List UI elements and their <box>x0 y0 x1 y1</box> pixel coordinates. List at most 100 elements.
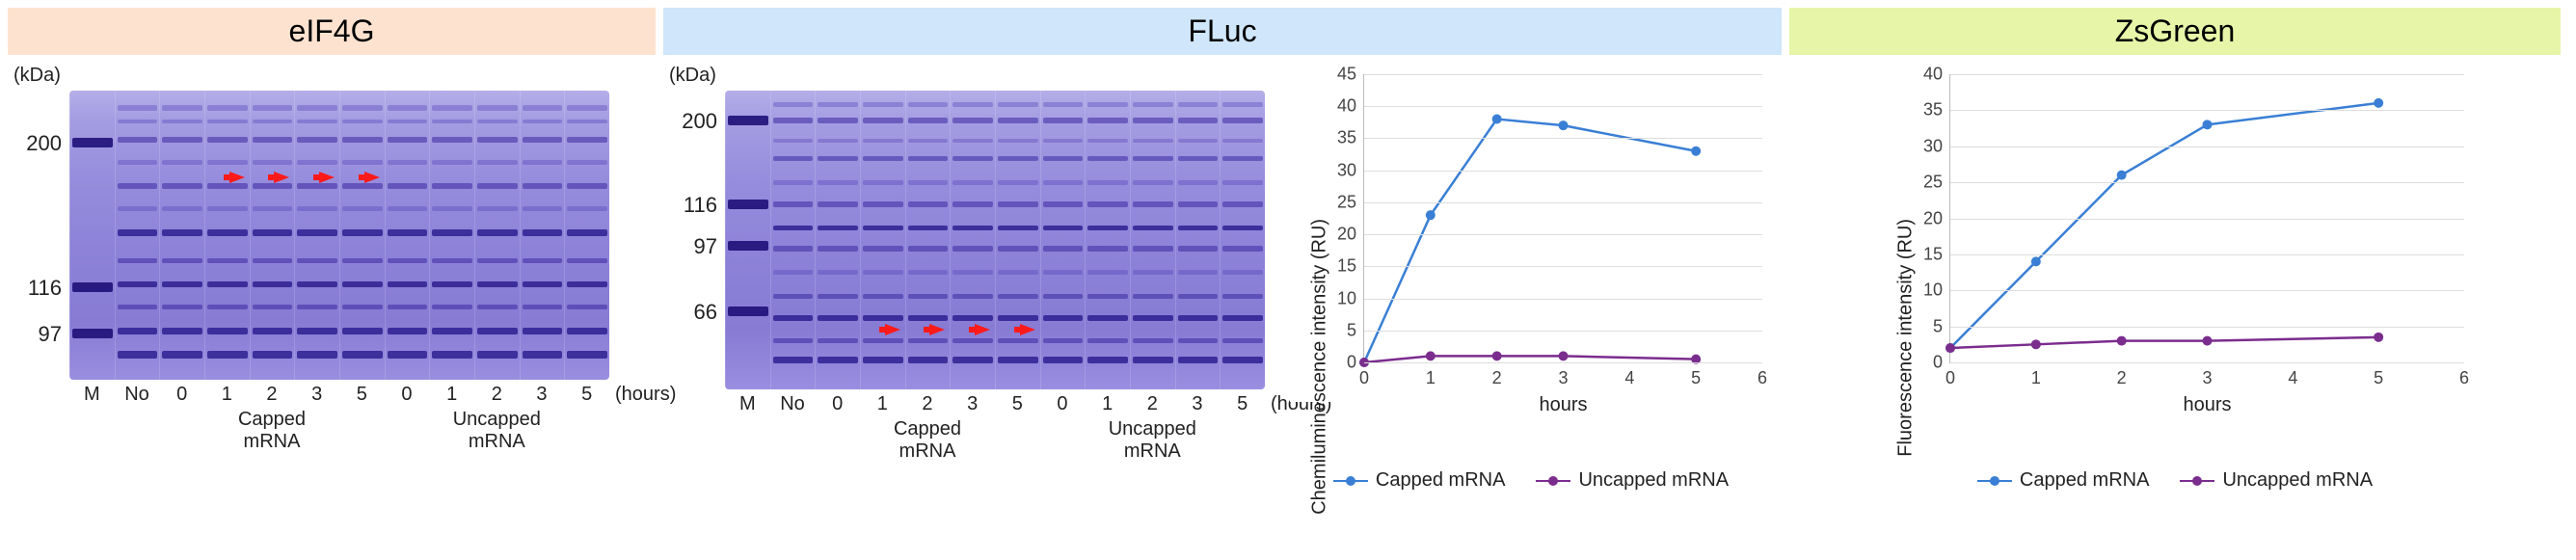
gel-lane <box>339 91 385 380</box>
y-tick-label: 40 <box>1337 96 1364 117</box>
panel-fluc: FLuc (kDa) 2001169766 MNo0123501235(hour… <box>663 8 1782 552</box>
gel-wrap-eif4g: (kDa) 20011697 MNo0123501235(hours)Cappe… <box>8 65 609 470</box>
gel-lane <box>520 91 565 380</box>
y-tick-label: 30 <box>1923 136 1950 156</box>
lane-label: M <box>69 384 115 406</box>
chart-series-line <box>1364 356 1696 362</box>
panel-eif4g: eIF4G (kDa) 20011697 MNo0123501235(hours… <box>8 8 656 552</box>
panel-title-eif4g: eIF4G <box>8 8 656 55</box>
lane-label: 2 <box>905 393 951 415</box>
y-tick-label: 40 <box>1923 65 1950 85</box>
legend-label-capped: Capped mRNA <box>1376 469 1506 492</box>
lane-labels-fluc: MNo0123501235(hours)CappedmRNAUncappedmR… <box>725 393 1265 480</box>
mw-marker-label: 66 <box>694 300 717 325</box>
x-tick-label: 4 <box>1624 362 1634 388</box>
chart-data-point <box>1492 115 1502 124</box>
lane-label: 1 <box>204 384 250 406</box>
lane-label: 5 <box>339 384 385 406</box>
gel-image-fluc <box>725 91 1265 389</box>
chart-data-point <box>1426 210 1436 220</box>
gel-image-eif4g <box>69 91 609 380</box>
chart-data-point <box>1492 351 1502 360</box>
gel-lane <box>1175 91 1221 389</box>
x-axis-title: hours <box>1539 394 1587 416</box>
lane-label: 2 <box>1130 393 1175 415</box>
x-tick-label: 1 <box>1426 362 1436 388</box>
y-tick-label: 35 <box>1337 128 1364 148</box>
gel-lane <box>294 91 339 380</box>
chart-fluc: 0510152025303540450123456Chemiluminescen… <box>1290 65 1772 402</box>
gel-wrap-fluc: (kDa) 2001169766 MNo0123501235(hours)Cap… <box>663 65 1265 480</box>
legend-zsgreen: Capped mRNA Uncapped mRNA <box>1876 469 2474 492</box>
x-tick-label: 5 <box>2374 362 2383 388</box>
lane-label: 2 <box>250 384 295 406</box>
arrow-icon <box>929 324 945 335</box>
group-label-capped: CappedmRNA <box>214 409 330 453</box>
chart-data-point <box>1559 120 1569 130</box>
gel-lane <box>1130 91 1175 389</box>
y-tick-label: 5 <box>1347 320 1364 340</box>
gel-lane <box>474 91 520 380</box>
lane-label: No <box>770 393 816 415</box>
y-tick-label: 25 <box>1337 192 1364 212</box>
mw-marker-label: 200 <box>26 131 62 156</box>
lane-label: 5 <box>1220 393 1265 415</box>
x-tick-label: 0 <box>1945 362 1955 388</box>
units-label-fluc: (kDa) <box>669 65 1265 87</box>
gel-lane <box>1040 91 1086 389</box>
gel-lane <box>385 91 430 380</box>
gel-lane <box>815 91 860 389</box>
gel-lane <box>950 91 995 389</box>
chart-series-line <box>1950 337 2378 348</box>
lane-label: 5 <box>995 393 1040 415</box>
y-tick-label: 10 <box>1337 288 1364 308</box>
legend-item-capped: Capped mRNA <box>1333 469 1506 492</box>
chart-data-point <box>2374 98 2383 108</box>
arrow-icon <box>274 172 289 183</box>
gel-lane <box>115 91 160 380</box>
chart-data-point <box>2031 256 2041 266</box>
legend-item-uncapped-zs: Uncapped mRNA <box>2180 469 2373 492</box>
y-tick-label: 10 <box>1923 280 1950 301</box>
y-tick-label: 30 <box>1337 160 1364 180</box>
lane-labels-eif4g: MNo0123501235(hours)CappedmRNAUncappedmR… <box>69 384 609 470</box>
panel-body-zsgreen: 05101520253035400123456Fluorescence inte… <box>1789 55 2561 492</box>
mw-marker-label: 116 <box>684 193 717 218</box>
arrow-icon <box>229 172 245 183</box>
panel-body-fluc: (kDa) 2001169766 MNo0123501235(hours)Cap… <box>663 55 1782 492</box>
x-tick-label: 5 <box>1691 362 1701 388</box>
units-label-eif4g: (kDa) <box>13 65 609 87</box>
x-axis-title: hours <box>2183 394 2231 416</box>
y-tick-label: 25 <box>1923 173 1950 193</box>
chart-data-point <box>2117 336 2127 346</box>
y-axis-title: Fluorescence intensity (RU) <box>1895 219 1918 457</box>
x-tick-label: 1 <box>2031 362 2041 388</box>
lane-label: M <box>725 393 770 415</box>
lane-label: 1 <box>1085 393 1130 415</box>
gel-lane <box>860 91 905 389</box>
lane-label: 3 <box>294 384 339 406</box>
x-tick-label: 2 <box>2117 362 2127 388</box>
group-label-uncapped: UncappedmRNA <box>1094 418 1210 463</box>
gel-lane <box>429 91 474 380</box>
lane-label: 1 <box>860 393 905 415</box>
lane-label: 0 <box>385 384 430 406</box>
y-tick-label: 45 <box>1337 65 1364 85</box>
legend-label-uncapped: Uncapped mRNA <box>1578 469 1729 492</box>
legend-label-capped-zs: Capped mRNA <box>2020 469 2150 492</box>
y-tick-label: 35 <box>1923 100 1950 120</box>
chart-plot-zsgreen: 05101520253035400123456Fluorescence inte… <box>1949 74 2464 363</box>
group-label-uncapped: UncappedmRNA <box>439 409 554 453</box>
lane-label: 0 <box>159 384 204 406</box>
legend-fluc: Capped mRNA Uncapped mRNA <box>1290 469 1772 492</box>
chart-data-point <box>2203 336 2213 346</box>
chart-plot-fluc: 0510152025303540450123456Chemiluminescen… <box>1363 74 1762 363</box>
gel-lane <box>725 91 770 389</box>
lane-label: 3 <box>1175 393 1221 415</box>
chart-series-line <box>1364 120 1696 362</box>
chart-series-line <box>1950 103 2378 348</box>
x-tick-label: 0 <box>1359 362 1369 388</box>
mw-marker-label: 116 <box>28 276 62 301</box>
legend-label-uncapped-zs: Uncapped mRNA <box>2222 469 2373 492</box>
mw-marker-label: 200 <box>682 109 717 134</box>
